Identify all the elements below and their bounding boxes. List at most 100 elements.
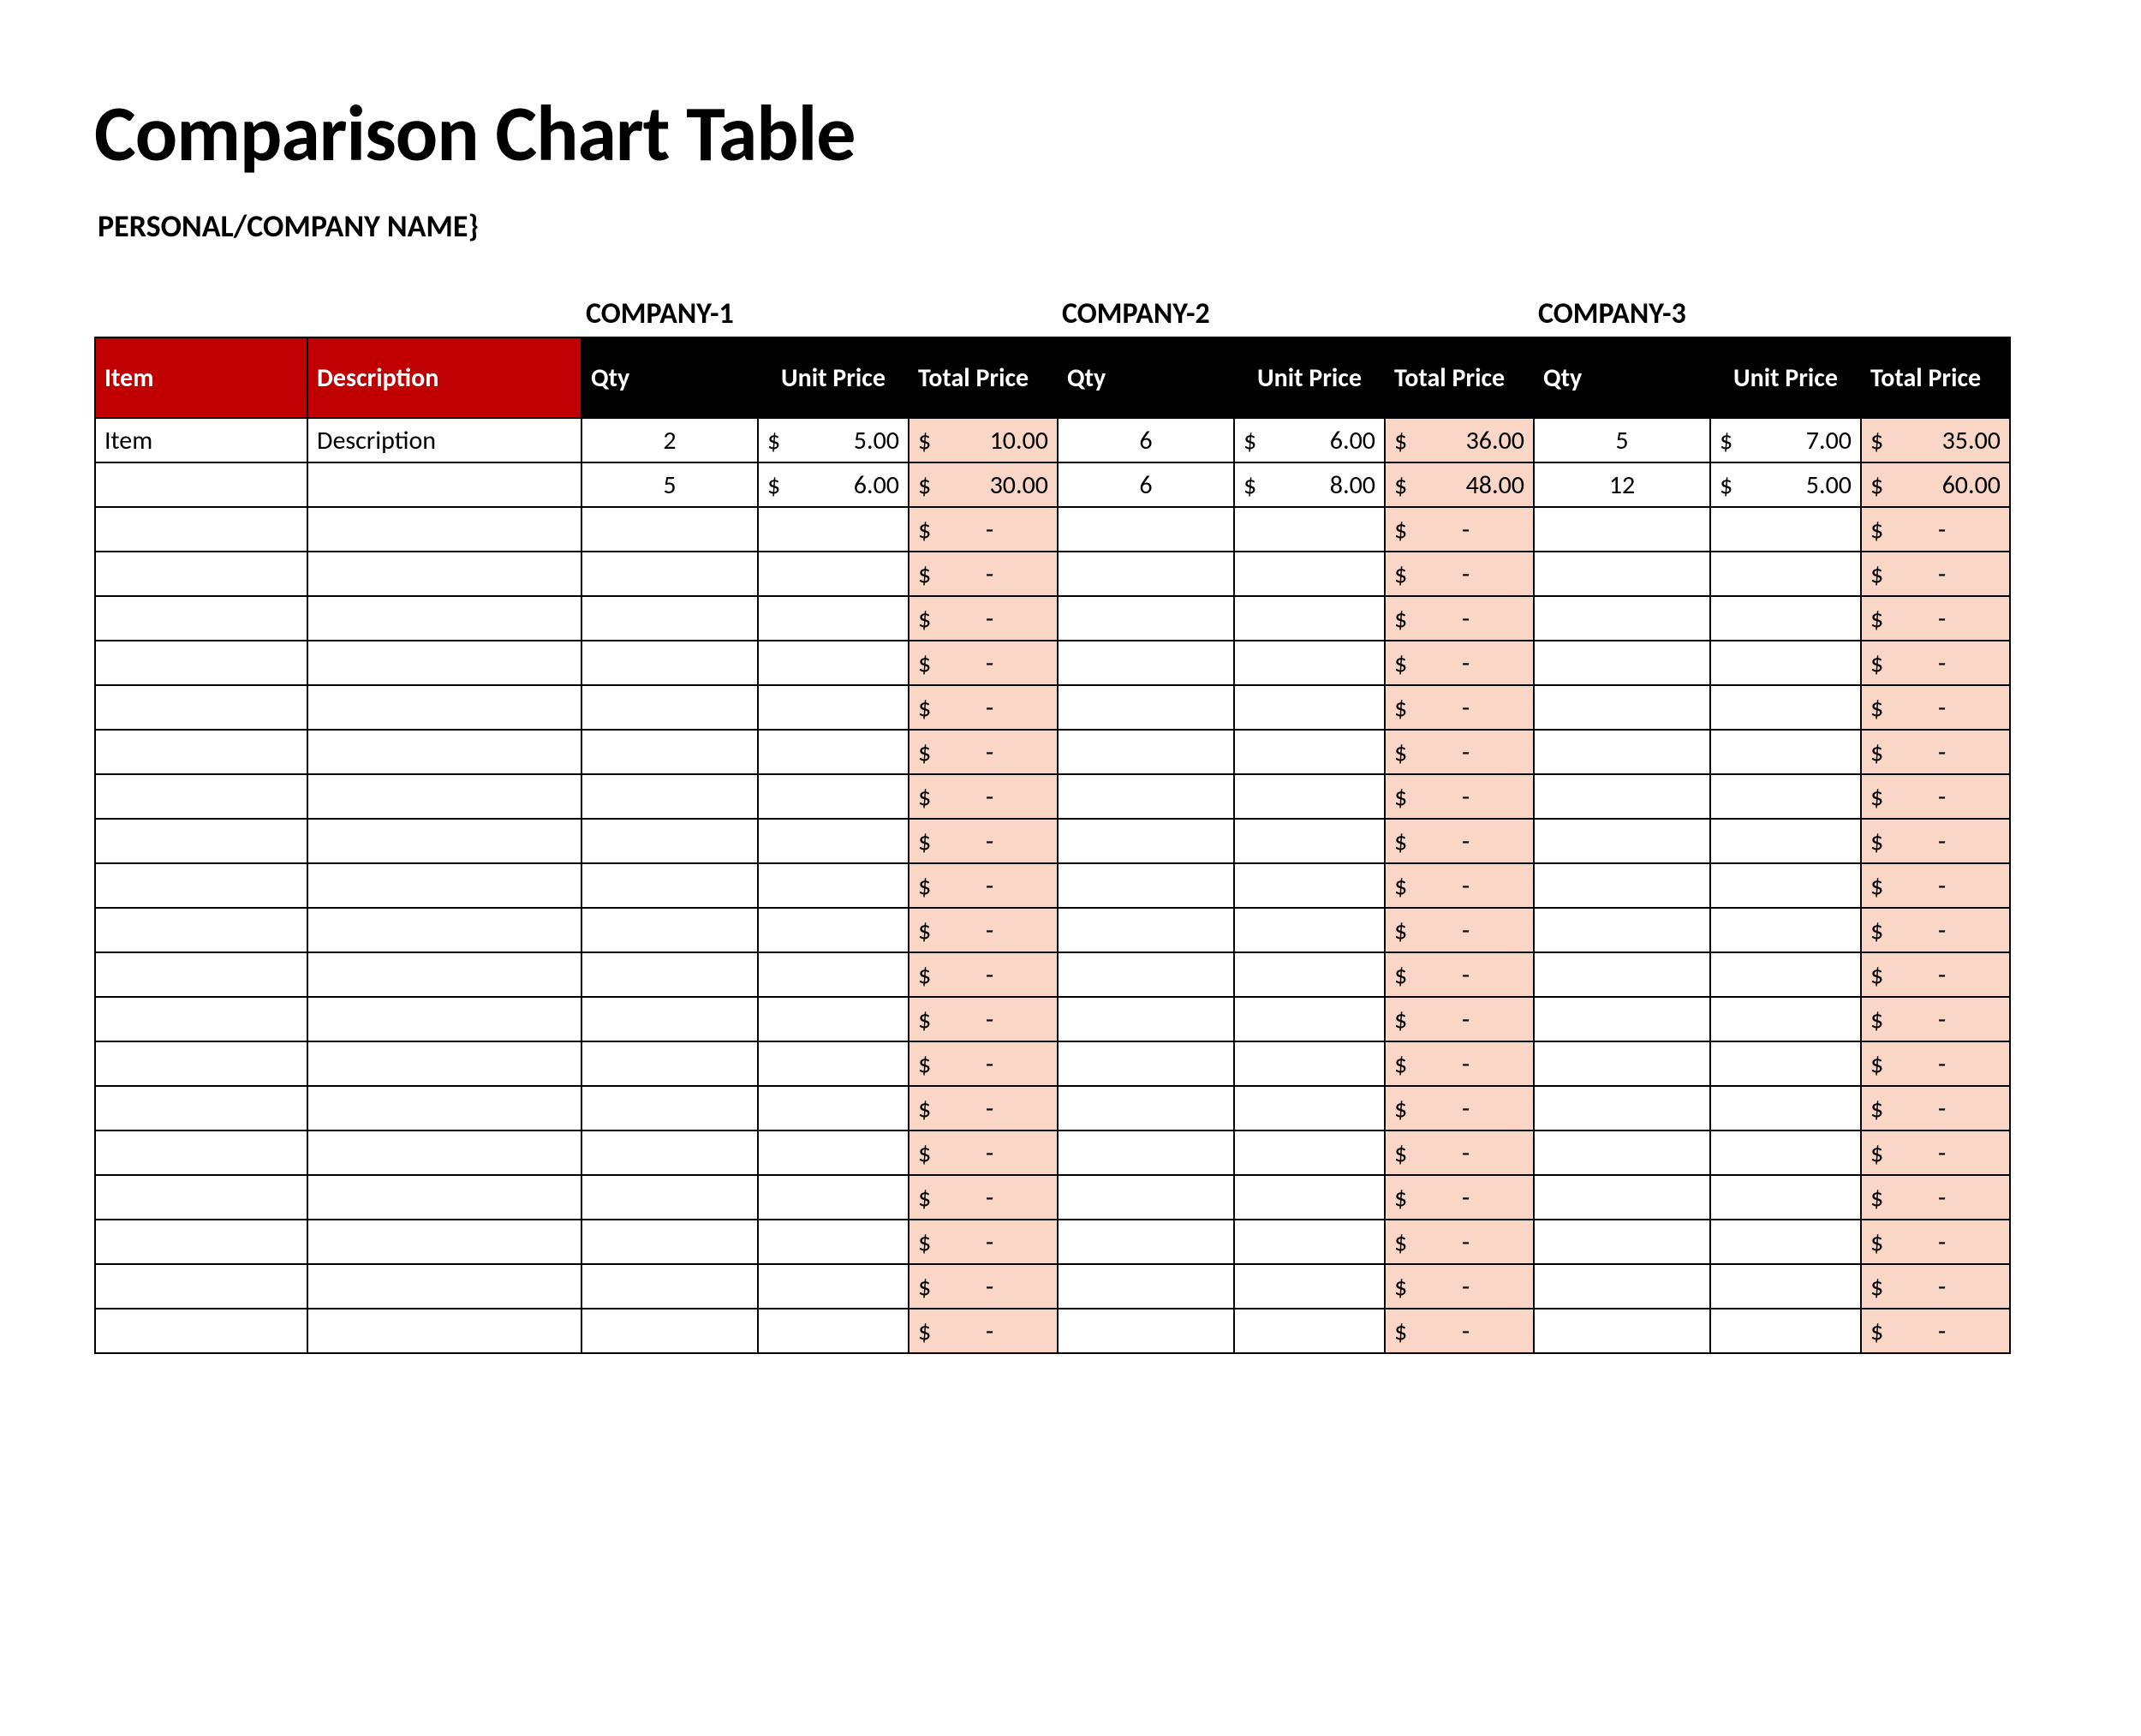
description-cell[interactable] xyxy=(307,908,581,952)
total-price-cell[interactable]: $- xyxy=(1861,863,2010,908)
qty-cell[interactable] xyxy=(1534,1220,1710,1264)
total-price-cell[interactable]: $- xyxy=(1861,819,2010,863)
unit-price-cell[interactable] xyxy=(1710,1175,1861,1220)
total-price-cell[interactable]: $- xyxy=(1385,1264,1534,1309)
item-cell[interactable] xyxy=(95,1309,307,1353)
description-cell[interactable] xyxy=(307,730,581,774)
qty-cell[interactable] xyxy=(1058,730,1234,774)
item-cell[interactable] xyxy=(95,908,307,952)
description-cell[interactable] xyxy=(307,952,581,997)
qty-cell[interactable] xyxy=(1058,1130,1234,1175)
qty-cell[interactable] xyxy=(1534,1264,1710,1309)
unit-price-cell[interactable] xyxy=(758,1264,909,1309)
total-price-cell[interactable]: $- xyxy=(1861,952,2010,997)
qty-cell[interactable] xyxy=(1058,1309,1234,1353)
total-price-cell[interactable]: $- xyxy=(1861,685,2010,730)
total-price-cell[interactable]: $- xyxy=(909,1309,1058,1353)
unit-price-cell[interactable] xyxy=(1710,685,1861,730)
qty-cell[interactable] xyxy=(1534,507,1710,552)
unit-price-cell[interactable] xyxy=(758,596,909,641)
item-cell[interactable] xyxy=(95,819,307,863)
unit-price-cell[interactable] xyxy=(1234,641,1385,685)
qty-cell[interactable] xyxy=(1534,730,1710,774)
unit-price-cell[interactable] xyxy=(1710,952,1861,997)
unit-price-cell[interactable] xyxy=(1710,819,1861,863)
qty-cell[interactable] xyxy=(1058,1220,1234,1264)
qty-cell[interactable] xyxy=(1534,863,1710,908)
item-cell[interactable] xyxy=(95,863,307,908)
qty-cell[interactable] xyxy=(1058,685,1234,730)
qty-cell[interactable] xyxy=(1058,1041,1234,1086)
item-cell[interactable] xyxy=(95,997,307,1041)
item-cell[interactable] xyxy=(95,596,307,641)
qty-cell[interactable] xyxy=(1058,908,1234,952)
unit-price-cell[interactable] xyxy=(1710,730,1861,774)
description-cell[interactable] xyxy=(307,1175,581,1220)
qty-cell[interactable] xyxy=(581,1041,758,1086)
unit-price-cell[interactable] xyxy=(758,1086,909,1130)
description-cell[interactable] xyxy=(307,1264,581,1309)
description-cell[interactable] xyxy=(307,774,581,819)
qty-cell[interactable] xyxy=(1058,819,1234,863)
item-cell[interactable]: Item xyxy=(95,418,307,462)
qty-cell[interactable] xyxy=(581,1220,758,1264)
total-price-cell[interactable]: $48.00 xyxy=(1385,462,1534,507)
unit-price-cell[interactable] xyxy=(1234,596,1385,641)
total-price-cell[interactable]: $- xyxy=(909,552,1058,596)
unit-price-cell[interactable] xyxy=(1234,1130,1385,1175)
total-price-cell[interactable]: $- xyxy=(1861,1086,2010,1130)
description-cell[interactable] xyxy=(307,507,581,552)
unit-price-cell[interactable] xyxy=(1710,863,1861,908)
total-price-cell[interactable]: $- xyxy=(909,507,1058,552)
total-price-cell[interactable]: $- xyxy=(1385,819,1534,863)
total-price-cell[interactable]: $36.00 xyxy=(1385,418,1534,462)
unit-price-cell[interactable] xyxy=(1234,863,1385,908)
description-cell[interactable] xyxy=(307,1086,581,1130)
qty-cell[interactable] xyxy=(581,1264,758,1309)
qty-cell[interactable] xyxy=(581,1309,758,1353)
total-price-cell[interactable]: $- xyxy=(1861,552,2010,596)
unit-price-cell[interactable] xyxy=(758,819,909,863)
qty-cell[interactable]: 6 xyxy=(1058,418,1234,462)
total-price-cell[interactable]: $- xyxy=(1861,1220,2010,1264)
unit-price-cell[interactable] xyxy=(758,863,909,908)
description-cell[interactable] xyxy=(307,1220,581,1264)
unit-price-cell[interactable]: $7.00 xyxy=(1710,418,1861,462)
unit-price-cell[interactable] xyxy=(1710,997,1861,1041)
total-price-cell[interactable]: $- xyxy=(909,1086,1058,1130)
unit-price-cell[interactable] xyxy=(1234,1264,1385,1309)
total-price-cell[interactable]: $- xyxy=(909,685,1058,730)
total-price-cell[interactable]: $- xyxy=(1861,641,2010,685)
qty-cell[interactable] xyxy=(581,908,758,952)
qty-cell[interactable] xyxy=(1534,596,1710,641)
total-price-cell[interactable]: $- xyxy=(1385,1086,1534,1130)
total-price-cell[interactable]: $60.00 xyxy=(1861,462,2010,507)
qty-cell[interactable] xyxy=(1058,1086,1234,1130)
qty-cell[interactable] xyxy=(1058,774,1234,819)
total-price-cell[interactable]: $- xyxy=(909,819,1058,863)
unit-price-cell[interactable] xyxy=(1234,908,1385,952)
total-price-cell[interactable]: $- xyxy=(1385,641,1534,685)
total-price-cell[interactable]: $- xyxy=(1385,730,1534,774)
unit-price-cell[interactable] xyxy=(1710,1130,1861,1175)
total-price-cell[interactable]: $- xyxy=(909,596,1058,641)
item-cell[interactable] xyxy=(95,1086,307,1130)
item-cell[interactable] xyxy=(95,730,307,774)
qty-cell[interactable] xyxy=(581,863,758,908)
unit-price-cell[interactable] xyxy=(1234,1086,1385,1130)
qty-cell[interactable] xyxy=(1058,1175,1234,1220)
total-price-cell[interactable]: $- xyxy=(1861,1264,2010,1309)
unit-price-cell[interactable] xyxy=(1710,1264,1861,1309)
qty-cell[interactable] xyxy=(1534,1041,1710,1086)
total-price-cell[interactable]: $- xyxy=(909,908,1058,952)
total-price-cell[interactable]: $- xyxy=(1385,1309,1534,1353)
description-cell[interactable] xyxy=(307,1041,581,1086)
unit-price-cell[interactable] xyxy=(1234,774,1385,819)
unit-price-cell[interactable] xyxy=(1234,997,1385,1041)
total-price-cell[interactable]: $- xyxy=(1385,774,1534,819)
total-price-cell[interactable]: $- xyxy=(909,1264,1058,1309)
unit-price-cell[interactable] xyxy=(758,908,909,952)
total-price-cell[interactable]: $- xyxy=(1861,1130,2010,1175)
description-cell[interactable] xyxy=(307,462,581,507)
total-price-cell[interactable]: $- xyxy=(1861,1175,2010,1220)
